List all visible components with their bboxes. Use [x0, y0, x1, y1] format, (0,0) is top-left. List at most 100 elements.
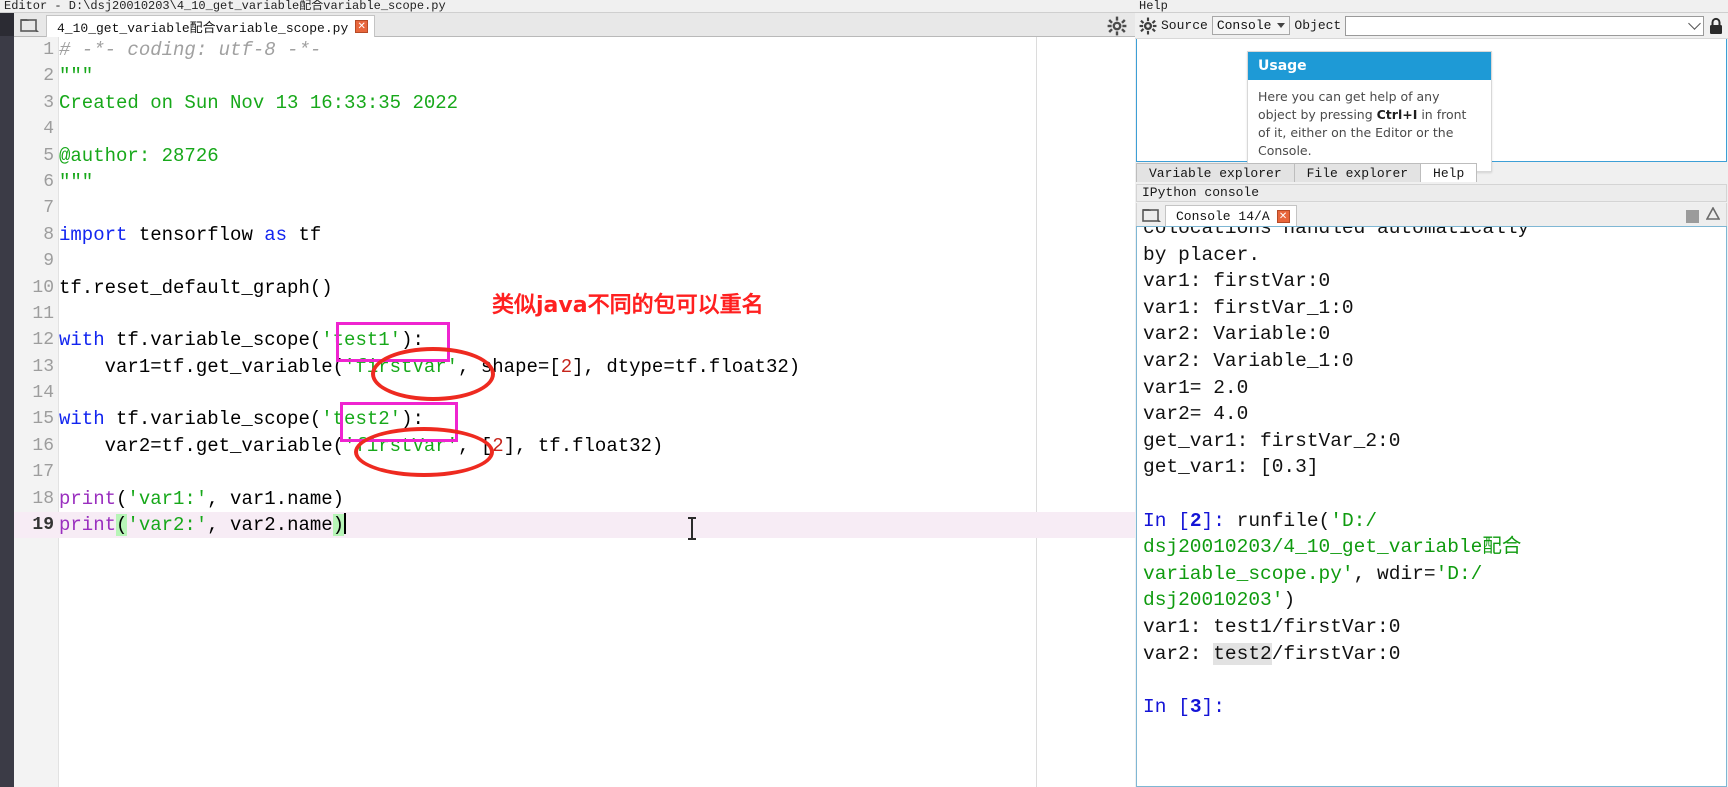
code-token: tf.variable_scope(: [104, 408, 322, 431]
code-token: 'var2:': [127, 514, 208, 537]
code-token: (: [116, 487, 128, 510]
gear-icon[interactable]: [1107, 16, 1127, 36]
line-number: 6: [43, 171, 54, 192]
line-number: 13: [32, 356, 54, 377]
console-token: 'D:/: [1435, 562, 1483, 585]
console-token: var1: test1/firstVar:0: [1143, 615, 1401, 638]
code-token: print: [59, 514, 117, 537]
console-line: get_var1: firstVar_2:0: [1143, 428, 1726, 455]
console-token: ]:: [1201, 695, 1225, 718]
console-token: var2: Variable:0: [1143, 323, 1331, 346]
code-line[interactable]: 13 var1=tf.get_variable('firstVar', shap…: [14, 354, 1135, 380]
code-text: """: [59, 63, 93, 89]
line-number: 19: [32, 515, 54, 536]
line-number: 11: [32, 303, 54, 324]
code-line[interactable]: 4: [14, 116, 1135, 142]
code-editor[interactable]: 1 # -*- coding: utf-8 -*- 2 """ 3 Created on …: [14, 37, 1135, 787]
chevron-down-icon: [1688, 17, 1701, 30]
console-token: In [: [1143, 509, 1190, 532]
line-number: 16: [32, 435, 54, 456]
dock-tab-strip[interactable]: Variable explorer File explorer Help: [1136, 163, 1727, 182]
code-token: tf.reset_default_graph(): [59, 276, 333, 299]
console-token: variable_scope.py': [1143, 562, 1354, 585]
close-icon[interactable]: ✕: [355, 20, 369, 33]
console-line: get_var1: [0.3]: [1143, 454, 1726, 481]
code-line[interactable]: 1 # -*- coding: utf-8 -*-: [14, 37, 1135, 63]
code-line[interactable]: 2 """: [14, 63, 1135, 89]
console-tab-active[interactable]: Console 14/A ✕: [1165, 205, 1297, 226]
source-select[interactable]: Console: [1211, 16, 1291, 35]
code-line[interactable]: 12 with tf.variable_scope('test1'):: [14, 327, 1135, 353]
console-tab-label: Console 14/A: [1176, 208, 1270, 224]
window-left-rail: [0, 0, 14, 787]
code-line[interactable]: 15 with tf.variable_scope('test2'):: [14, 406, 1135, 432]
code-text: # -*- coding: utf-8 -*-: [59, 37, 321, 63]
console-tabbar: Console 14/A ✕: [1136, 203, 1727, 226]
code-line[interactable]: 7: [14, 195, 1135, 221]
code-text: """: [59, 169, 93, 195]
lock-icon[interactable]: [1708, 17, 1724, 35]
close-icon[interactable]: ✕: [1276, 209, 1290, 223]
code-line[interactable]: 8 import tensorflow as tf: [14, 222, 1135, 248]
code-token: , var1.name): [207, 487, 345, 510]
code-text: Created on Sun Nov 13 16:33:35 2022: [59, 90, 458, 116]
console-token: In [: [1143, 695, 1190, 718]
editor-tabbar: 4_10_get_variable配合variable_scope.py ✕: [14, 13, 1135, 37]
annotation-note-text: 类似java不同的包可以重名: [492, 293, 764, 318]
code-token: as: [264, 223, 288, 246]
code-token: , var2.name: [207, 514, 333, 537]
help-toolbar: Source Console Object: [1135, 13, 1728, 39]
circle-firstvar-line16: [354, 427, 494, 477]
code-token: tf: [287, 223, 322, 246]
code-line[interactable]: 19 print('var2:', var2.name): [14, 512, 1135, 539]
code-token: ], tf.float32): [503, 434, 664, 457]
code-line[interactable]: 3 Created on Sun Nov 13 16:33:35 2022: [14, 90, 1135, 116]
code-line[interactable]: 14: [14, 380, 1135, 406]
console-line: var1: test1/firstVar:0: [1143, 614, 1726, 641]
dock-tab-file-explorer[interactable]: File explorer: [1293, 163, 1422, 182]
code-line[interactable]: 17: [14, 459, 1135, 485]
console-token: /firstVar:0: [1271, 642, 1401, 665]
code-line[interactable]: 9: [14, 248, 1135, 274]
options-icon[interactable]: [1705, 206, 1721, 225]
console-token: get_var1: firstVar_2:0: [1143, 429, 1401, 452]
line-number: 15: [32, 409, 54, 430]
console-token: var2:: [1143, 642, 1214, 665]
code-line[interactable]: 16 var2=tf.get_variable('firstVar', [2],…: [14, 433, 1135, 459]
line-number: 4: [43, 119, 54, 140]
console-toolbar-icons: [1686, 206, 1721, 225]
stop-icon[interactable]: [1686, 209, 1699, 223]
ipython-console-output[interactable]: colocations handled automatically by plac…: [1136, 226, 1727, 787]
console-line: var2: test2/firstVar:0: [1143, 641, 1726, 668]
console-token: 3: [1189, 695, 1202, 718]
code-token: with: [59, 408, 105, 431]
editor-tab-active[interactable]: 4_10_get_variable配合variable_scope.py ✕: [46, 15, 376, 37]
console-token: dsj20010203': [1143, 589, 1284, 612]
object-input[interactable]: [1345, 15, 1704, 36]
console-line: colocations handled automatically: [1143, 226, 1726, 242]
dock-tab-variable-explorer[interactable]: Variable explorer: [1136, 163, 1295, 182]
line-number: 12: [32, 330, 54, 351]
mouse-text-cursor: [688, 517, 696, 540]
code-line[interactable]: 6 """: [14, 169, 1135, 195]
line-number: 8: [43, 224, 54, 245]
code-token: var2=tf.get_variable(: [59, 434, 345, 457]
line-number: 10: [32, 277, 54, 298]
console-line: In [2]: runfile('D:/: [1143, 508, 1726, 535]
code-token: ): [332, 514, 345, 537]
dock-tab-help[interactable]: Help: [1420, 163, 1478, 182]
line-number: 18: [32, 488, 54, 509]
code-line[interactable]: 18 print('var1:', var1.name): [14, 486, 1135, 512]
code-token: 'var1:': [127, 487, 208, 510]
code-line[interactable]: 5 @author: 28726: [14, 143, 1135, 169]
console-token: colocations handled automatically: [1143, 226, 1530, 239]
console-token: 'D:/: [1330, 509, 1378, 532]
console-line: var1: firstVar_1:0: [1143, 295, 1726, 322]
code-token: print: [59, 487, 117, 510]
folder-icon: [1142, 206, 1162, 224]
source-label: Source: [1161, 18, 1208, 33]
gear-icon[interactable]: [1139, 17, 1157, 35]
line-number: 7: [43, 198, 54, 219]
line-number: 14: [32, 383, 54, 404]
console-token: dsj20010203/4_10_get_variable配合: [1143, 536, 1522, 559]
